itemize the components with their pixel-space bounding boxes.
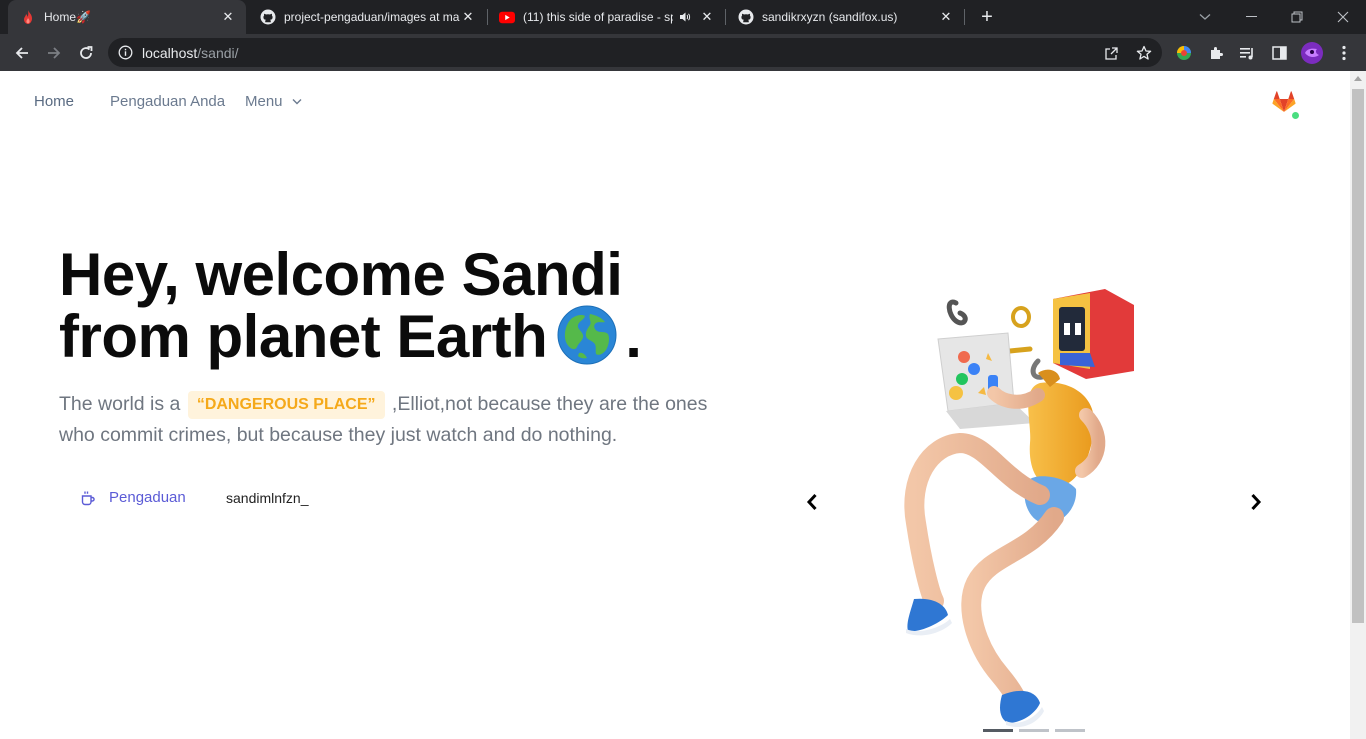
reload-icon — [80, 46, 93, 59]
tab-title: Home🚀 — [44, 10, 91, 24]
hero-title-period: . — [625, 303, 642, 370]
nav-pengaduan-link[interactable]: Pengaduan Anda — [110, 93, 225, 110]
nav-menu-dropdown[interactable]: Menu — [245, 93, 283, 110]
arrow-left-icon — [15, 47, 28, 59]
pengaduan-cta-label: Pengaduan — [109, 489, 186, 506]
lead-before-text: The world is a — [59, 393, 186, 415]
back-button[interactable] — [8, 39, 36, 67]
media-queue-icon[interactable] — [1233, 39, 1261, 67]
close-window-button[interactable] — [1320, 0, 1366, 34]
chevron-down-icon[interactable] — [292, 98, 302, 105]
youtube-icon — [499, 9, 515, 25]
chevron-right-icon — [1251, 493, 1262, 511]
carousel-indicator-3[interactable] — [1055, 729, 1085, 732]
profile-avatar[interactable] — [1298, 39, 1326, 67]
fire-icon — [20, 9, 36, 25]
github-icon — [738, 9, 754, 25]
tab-github-profile[interactable]: sandikrxyzn (sandifox.us) ✕ — [726, 0, 964, 34]
tab-title: sandikrxyzn (sandifox.us) — [762, 10, 898, 24]
tab-title: (11) this side of paradise - sp — [523, 10, 673, 24]
coffee-cup-icon — [81, 491, 95, 505]
site-navbar: Home Pengaduan Anda Menu — [0, 71, 1350, 132]
page-scrollbar[interactable] — [1350, 71, 1366, 739]
browser-tab-bar: Home🚀 ✕ project-pengaduan/images at ma ✕… — [0, 0, 1366, 34]
carousel-indicator-1[interactable] — [983, 729, 1013, 732]
typed-text: sandimlnfzn_ — [226, 490, 309, 506]
close-icon[interactable]: ✕ — [699, 9, 715, 25]
hero-character-illustration — [904, 289, 1134, 728]
browser-toolbar: localhost/sandi/ — [0, 34, 1366, 71]
browser-menu-icon[interactable] — [1330, 39, 1358, 67]
tab-home[interactable]: Home🚀 ✕ — [8, 0, 246, 34]
minimize-button[interactable] — [1228, 0, 1274, 34]
reload-button[interactable] — [72, 39, 100, 67]
tab-separator — [964, 9, 965, 25]
gitlab-avatar-icon[interactable] — [1272, 91, 1296, 113]
hero-title-line-2: from planet Earth . — [59, 303, 642, 370]
chevron-down-icon — [1199, 14, 1211, 20]
close-icon[interactable]: ✕ — [220, 9, 236, 25]
arrow-right-icon — [48, 47, 61, 59]
github-icon — [260, 9, 276, 25]
address-bar[interactable]: localhost/sandi/ — [108, 38, 1162, 67]
carousel-indicator-2[interactable] — [1019, 729, 1049, 732]
url-path: /sandi/ — [197, 45, 239, 61]
tab-search-button[interactable] — [1182, 0, 1228, 34]
url-host: localhost — [142, 45, 198, 61]
forward-button[interactable] — [40, 39, 68, 67]
star-icon[interactable] — [1134, 43, 1154, 63]
speaker-icon[interactable] — [679, 11, 691, 23]
scroll-up-arrow[interactable] — [1354, 76, 1362, 81]
extension-colorful-icon[interactable] — [1170, 39, 1198, 67]
restore-button[interactable] — [1274, 0, 1320, 34]
online-status-dot — [1291, 111, 1300, 120]
new-tab-button[interactable]: + — [976, 6, 998, 28]
pengaduan-cta-link[interactable]: Pengaduan — [80, 489, 186, 506]
hero-title-line-2-text: from planet Earth — [59, 303, 548, 370]
url-text: localhost/sandi/ — [142, 45, 239, 61]
earth-globe-icon — [557, 305, 617, 365]
web-page: Home Pengaduan Anda Menu Hey, welcome Sa… — [0, 71, 1350, 739]
carousel-next-button[interactable] — [1244, 489, 1268, 515]
extensions-icon[interactable] — [1202, 39, 1230, 67]
chevron-left-icon — [806, 493, 817, 511]
carousel-indicators — [983, 729, 1085, 732]
tab-github-project[interactable]: project-pengaduan/images at ma ✕ — [248, 0, 486, 34]
close-icon[interactable]: ✕ — [460, 9, 476, 25]
side-panel-icon[interactable] — [1265, 39, 1293, 67]
hero-lead-paragraph: The world is a “DANGEROUS PLACE” ,Elliot… — [59, 389, 739, 451]
hero-title-line-1: Hey, welcome Sandi — [59, 241, 623, 308]
carousel-prev-button[interactable] — [800, 489, 824, 515]
hero-title: Hey, welcome Sandi from planet Earth . — [59, 241, 642, 370]
tab-title: project-pengaduan/images at ma — [284, 10, 460, 24]
scrollbar-thumb[interactable] — [1352, 89, 1364, 623]
tab-youtube[interactable]: (11) this side of paradise - sp ✕ — [487, 0, 725, 34]
share-icon[interactable] — [1101, 43, 1121, 63]
close-icon[interactable]: ✕ — [938, 9, 954, 25]
nav-home-link[interactable]: Home — [34, 93, 74, 110]
info-icon[interactable] — [118, 45, 133, 65]
dangerous-place-badge: “DANGEROUS PLACE” — [187, 391, 385, 419]
